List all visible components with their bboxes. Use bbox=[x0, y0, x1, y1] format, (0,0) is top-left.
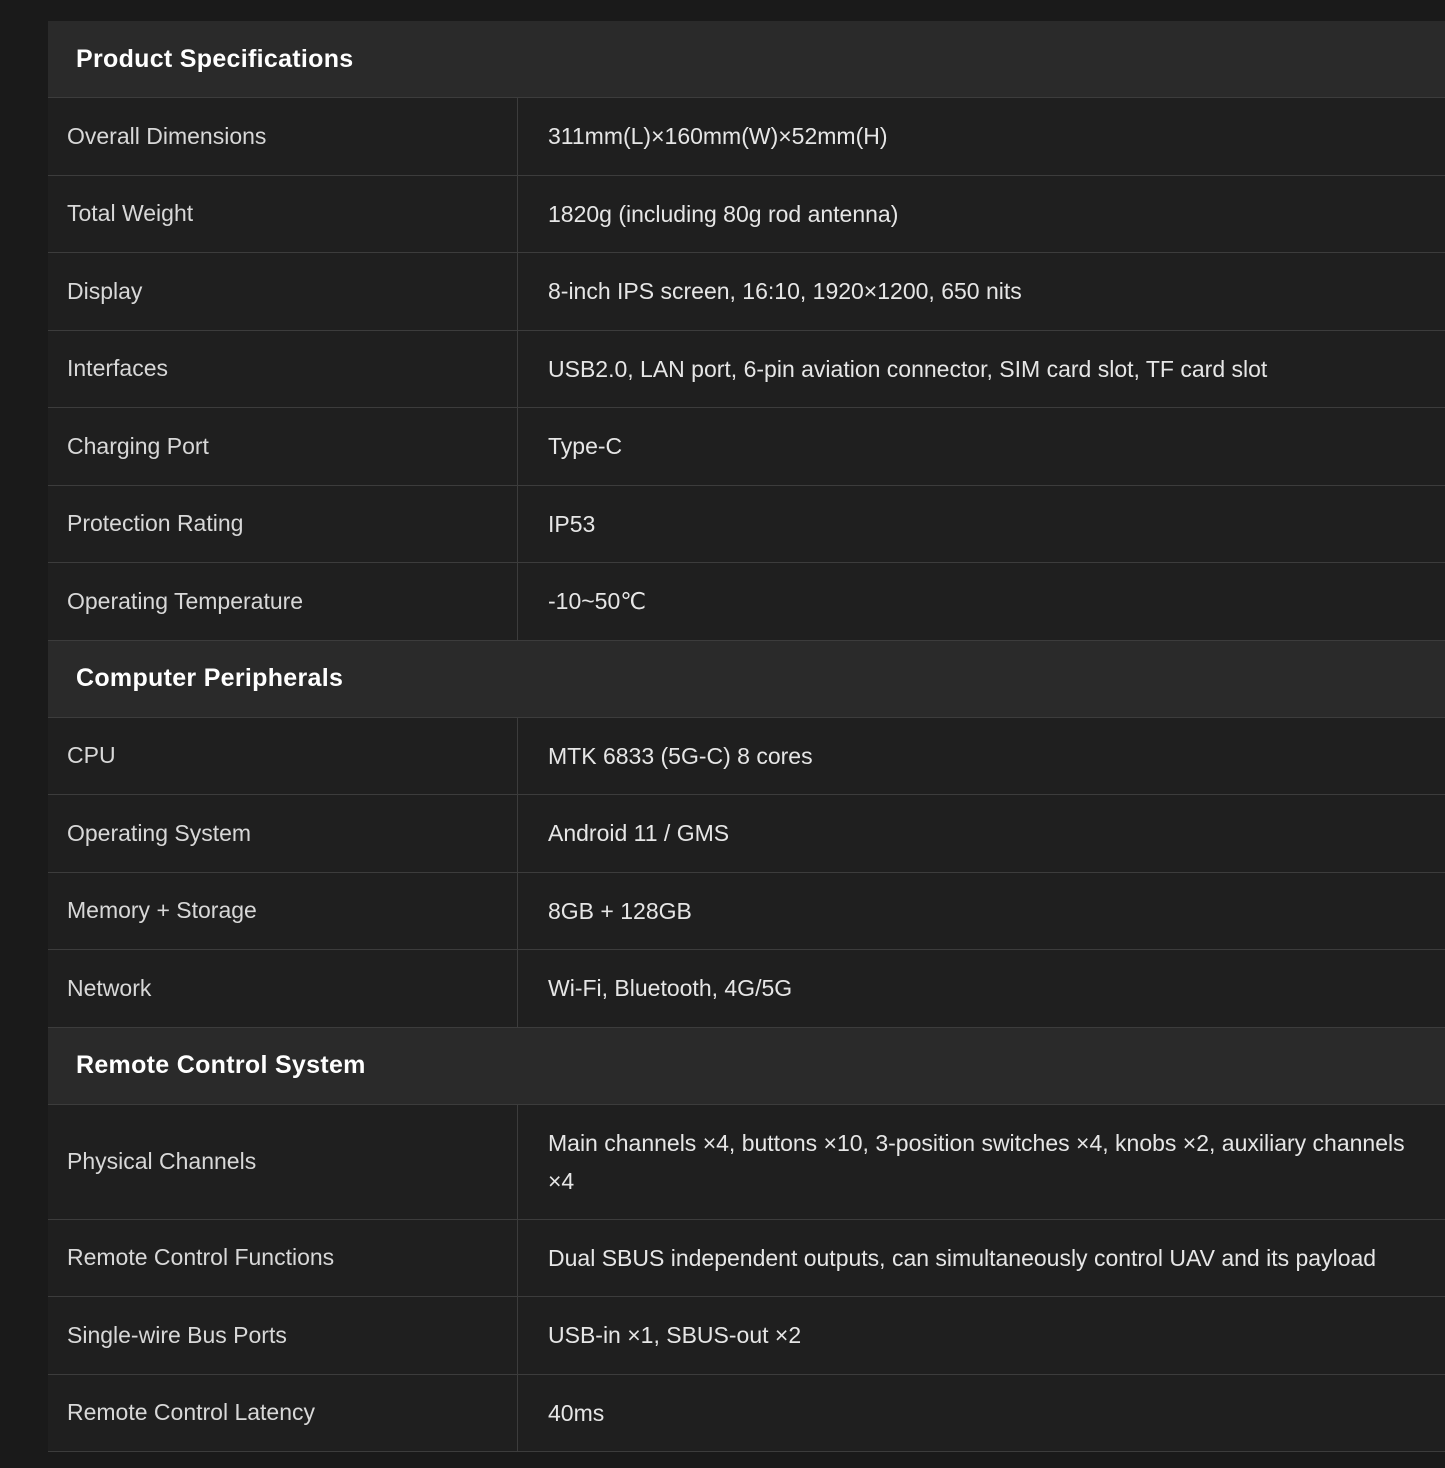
spec-label: Remote Control Functions bbox=[48, 1219, 518, 1296]
table-row: Operating System Android 11 / GMS bbox=[48, 795, 1445, 873]
section-title: Product Specifications bbox=[76, 44, 354, 73]
spec-label: CPU bbox=[48, 717, 518, 794]
table-row: Protection Rating IP53 bbox=[48, 485, 1445, 563]
spec-label: Network bbox=[48, 950, 518, 1027]
table-row: Charging Port Type-C bbox=[48, 408, 1445, 486]
spec-value: Android 11 / GMS bbox=[548, 820, 730, 847]
spec-value: 8-inch IPS screen, 16:10, 1920×1200, 650… bbox=[548, 278, 1022, 305]
spec-value: USB2.0, LAN port, 6-pin aviation connect… bbox=[548, 355, 1268, 382]
table-row: Interfaces USB2.0, LAN port, 6-pin aviat… bbox=[48, 330, 1445, 408]
spec-table: Product Specifications Overall Dimension… bbox=[48, 21, 1445, 1452]
spec-value: 8GB + 128GB bbox=[548, 897, 692, 924]
spec-label: Charging Port bbox=[48, 408, 518, 485]
spec-value: MTK 6833 (5G-C) 8 cores bbox=[548, 742, 813, 769]
spec-label: Protection Rating bbox=[48, 485, 518, 562]
table-row: Operating Temperature -10~50℃ bbox=[48, 563, 1445, 641]
table-row: Single-wire Bus Ports USB-in ×1, SBUS-ou… bbox=[48, 1297, 1445, 1375]
table-row: Remote Control Latency 40ms bbox=[48, 1374, 1445, 1452]
table-row: CPU MTK 6833 (5G-C) 8 cores bbox=[48, 717, 1445, 795]
section-title: Remote Control System bbox=[76, 1051, 366, 1079]
spec-value: Dual SBUS independent outputs, can simul… bbox=[548, 1244, 1377, 1271]
spec-value: Main channels ×4, buttons ×10, 3-positio… bbox=[548, 1129, 1405, 1194]
spec-value: IP53 bbox=[548, 510, 596, 537]
table-row: Remote Control Functions Dual SBUS indep… bbox=[48, 1219, 1445, 1297]
table-row: Memory + Storage 8GB + 128GB bbox=[48, 872, 1445, 950]
spec-value: Wi-Fi, Bluetooth, 4G/5G bbox=[548, 975, 793, 1002]
spec-value: 1820g (including 80g rod antenna) bbox=[548, 200, 899, 227]
section-header-remote-control-system: Remote Control System bbox=[48, 1027, 1445, 1105]
spec-label: Interfaces bbox=[48, 330, 518, 407]
spec-value: -10~50℃ bbox=[548, 588, 647, 615]
table-row: Network Wi-Fi, Bluetooth, 4G/5G bbox=[48, 950, 1445, 1028]
table-row: Physical Channels Main channels ×4, butt… bbox=[48, 1104, 1445, 1220]
section-header-product-specifications: Product Specifications bbox=[48, 21, 1445, 98]
page: Product Specifications Overall Dimension… bbox=[0, 0, 1445, 1468]
spec-label: Memory + Storage bbox=[48, 872, 518, 949]
spec-value: USB-in ×1, SBUS-out ×2 bbox=[548, 1322, 802, 1349]
spec-label: Remote Control Latency bbox=[48, 1374, 518, 1451]
spec-label: Operating System bbox=[48, 795, 518, 872]
spec-label: Operating Temperature bbox=[48, 563, 518, 640]
spec-value: Type-C bbox=[548, 433, 623, 460]
spec-value: 40ms bbox=[548, 1399, 605, 1426]
table-row: Total Weight 1820g (including 80g rod an… bbox=[48, 175, 1445, 253]
section-title: Computer Peripherals bbox=[76, 664, 344, 692]
spec-value: 311mm(L)×160mm(W)×52mm(H) bbox=[548, 123, 888, 150]
spec-label: Total Weight bbox=[48, 175, 518, 252]
table-row: Display 8-inch IPS screen, 16:10, 1920×1… bbox=[48, 253, 1445, 331]
spec-label: Display bbox=[48, 253, 518, 330]
spec-label: Overall Dimensions bbox=[48, 98, 518, 175]
spec-label: Single-wire Bus Ports bbox=[48, 1297, 518, 1374]
spec-label: Physical Channels bbox=[48, 1104, 518, 1219]
section-header-computer-peripherals: Computer Peripherals bbox=[48, 640, 1445, 718]
table-row: Overall Dimensions 311mm(L)×160mm(W)×52m… bbox=[48, 98, 1445, 176]
